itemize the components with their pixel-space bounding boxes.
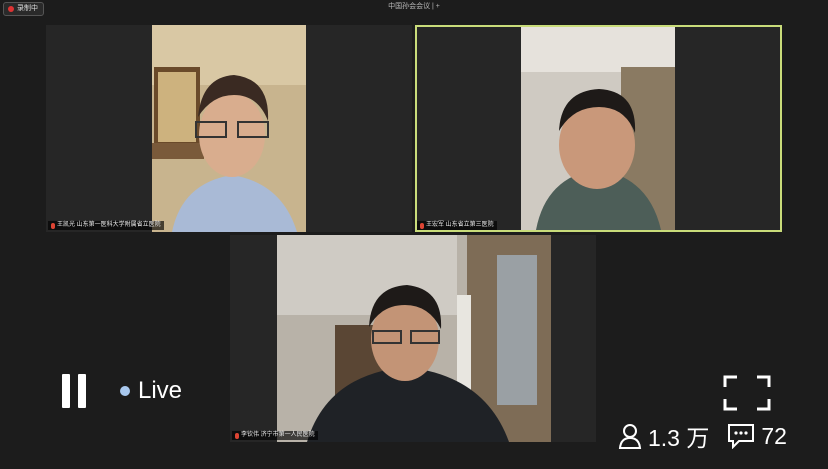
participant-video-1 [152,25,306,232]
fullscreen-icon[interactable] [723,375,771,411]
stream-stats: 1.3 万 72 [618,421,787,451]
meeting-title: 中国孙会会议 | + [388,3,440,10]
live-label: Live [138,377,183,404]
viewer-count-value: 1.3 万 [648,425,710,451]
participant-name: 王宏军 山东省立第三医院 [426,222,494,228]
comments-icon [728,424,755,449]
participant-name: 李钦伟 济宁市第一人民医院 [241,432,315,438]
participant-video-3 [277,235,551,442]
participant-name-tag: 王宏军 山东省立第三医院 [417,221,497,230]
participant-name-tag: 李钦伟 济宁市第一人民医院 [232,431,318,440]
viewer-count: 1.3 万 [618,419,709,453]
participant-name: 王凯光 山东第一医科大学附属省立医院 [57,222,161,228]
viewers-icon [618,424,642,449]
participant-tile-1[interactable]: 王凯光 山东第一医科大学附属省立医院 [46,25,412,232]
participant-name-tag: 王凯光 山东第一医科大学附属省立医院 [48,221,164,230]
live-indicator: Live [120,377,182,405]
top-bar: 录制中 中国孙会会议 | + [0,0,828,16]
mic-icon [235,432,239,439]
pause-icon[interactable] [60,374,88,408]
participant-tile-3[interactable]: 李钦伟 济宁市第一人民医院 [230,235,596,442]
comment-count-value: 72 [761,422,787,449]
live-dot-icon [120,386,130,396]
mic-icon [420,222,424,229]
participant-tile-2[interactable]: 王宏军 山东省立第三医院 [415,25,782,232]
player-controls: Live [60,374,182,408]
comment-count[interactable]: 72 [727,423,787,450]
mic-icon [51,222,55,229]
participant-video-2 [521,27,675,230]
